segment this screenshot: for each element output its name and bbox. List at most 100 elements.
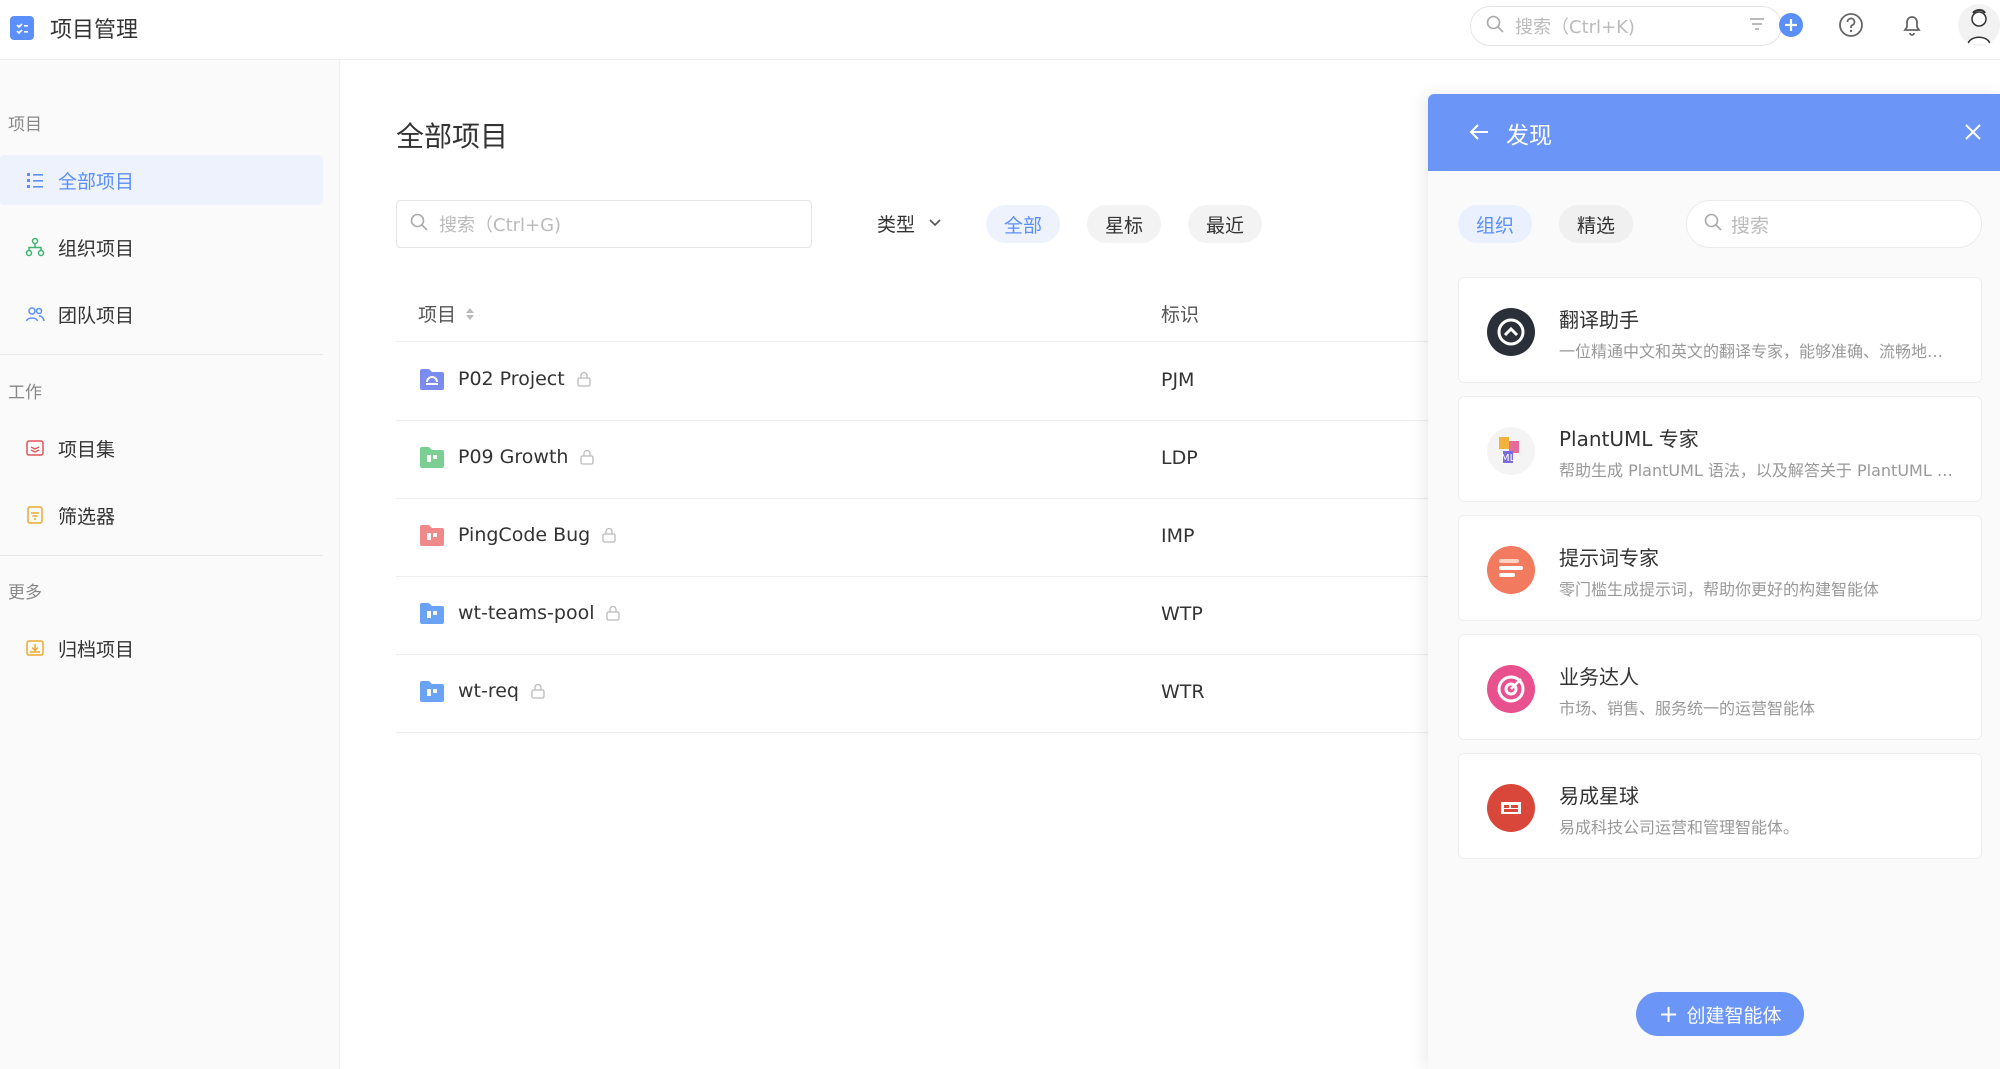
project-cell: wt-req: [418, 677, 545, 705]
sidebar-item-label: 归档项目: [58, 638, 135, 661]
project-name[interactable]: PingCode Bug: [458, 524, 590, 546]
add-icon[interactable]: [1776, 10, 1806, 40]
filter-icon[interactable]: [1747, 14, 1767, 38]
table-header: 项目 标识: [396, 282, 1441, 342]
lock-icon: [531, 683, 545, 699]
create-agent-button[interactable]: + 创建智能体: [1636, 992, 1804, 1036]
agent-card[interactable]: 提示词专家 零门槛生成提示词，帮助你更好的构建智能体: [1458, 515, 1982, 621]
sidebar-item-filters[interactable]: 筛选器: [0, 490, 323, 540]
project-cell: PingCode Bug: [418, 521, 616, 549]
global-search-input[interactable]: 搜索（Ctrl+K): [1470, 6, 1782, 46]
lock-icon: [606, 605, 621, 621]
top-bar: 项目管理 搜索（Ctrl+K): [0, 0, 2000, 60]
prompt-logo-icon: [1487, 546, 1535, 594]
brand[interactable]: 项目管理: [10, 12, 138, 44]
sidebar-item-label: 组织项目: [58, 237, 135, 260]
sidebar-section-more: 更多: [8, 583, 42, 603]
project-folder-icon: [418, 599, 446, 627]
app-title: 项目管理: [50, 18, 139, 43]
type-filter-dropdown[interactable]: 类型: [877, 210, 943, 237]
project-name[interactable]: P02 Project: [458, 368, 565, 390]
app-root: 项目管理 搜索（Ctrl+K) 项目 全部项目 组织项目 团队项目 工作 项目集…: [0, 0, 2000, 1069]
project-identifier: WTR: [1161, 681, 1205, 703]
main-content: 全部项目 搜索（Ctrl+G) 类型 全部 星标 最近 项目 标识 P02 Pr…: [341, 60, 1441, 1069]
org-tree-icon: [24, 236, 46, 258]
sidebar-section-work: 工作: [8, 383, 42, 403]
sidebar-divider: [0, 555, 323, 556]
agent-name: 翻译助手: [1559, 308, 1639, 332]
sidebar-item-org-projects[interactable]: 组织项目: [0, 222, 323, 272]
agent-description: 市场、销售、服务统一的运营智能体: [1559, 699, 1816, 718]
column-header-label: 标识: [1161, 304, 1200, 326]
agent-card[interactable]: ML PlantUML 专家 帮助生成 PlantUML 语法，以及解答关于 P…: [1458, 396, 1982, 502]
avatar[interactable]: [1958, 4, 2000, 46]
agent-name: PlantUML 专家: [1559, 427, 1699, 451]
help-icon[interactable]: [1836, 10, 1866, 40]
lock-icon: [602, 527, 616, 543]
agent-card[interactable]: 业务达人 市场、销售、服务统一的运营智能体: [1458, 634, 1982, 740]
agent-name: 业务达人: [1559, 665, 1639, 689]
tab-organization[interactable]: 组织: [1458, 205, 1533, 243]
close-icon[interactable]: [1963, 122, 1983, 146]
sidebar-item-label: 全部项目: [58, 170, 135, 193]
project-cell: P02 Project: [418, 365, 591, 393]
sidebar-divider: [0, 354, 323, 355]
translate-logo-icon: [1487, 308, 1535, 356]
filter-pill-starred[interactable]: 星标: [1087, 205, 1162, 243]
agent-description: 零门槛生成提示词，帮助你更好的构建智能体: [1559, 580, 1880, 599]
page-title: 全部项目: [396, 120, 509, 153]
sort-icon[interactable]: [466, 307, 475, 320]
chevron-down-icon: [927, 213, 943, 235]
sidebar-item-project-set[interactable]: 项目集: [0, 423, 323, 473]
search-icon: [1485, 14, 1505, 38]
tab-featured[interactable]: 精选: [1559, 205, 1634, 243]
sidebar-item-archived[interactable]: 归档项目: [0, 623, 323, 673]
agent-description: 帮助生成 PlantUML 语法，以及解答关于 PlantUML …: [1559, 461, 1953, 480]
table-row[interactable]: PingCode Bug IMP: [396, 499, 1441, 577]
planet-logo-icon: [1487, 784, 1535, 832]
table-row[interactable]: wt-req WTR: [396, 655, 1441, 733]
sidebar-item-all-projects[interactable]: 全部项目: [0, 155, 323, 205]
agent-search-placeholder: 搜索: [1731, 214, 1770, 237]
bell-icon[interactable]: [1897, 10, 1927, 40]
sidebar-item-label: 团队项目: [58, 304, 135, 327]
filter-pill-recent[interactable]: 最近: [1188, 205, 1263, 243]
agent-card[interactable]: 易成星球 易成科技公司运营和管理智能体。: [1458, 753, 1982, 859]
sidebar-section-projects: 项目: [8, 115, 42, 135]
uml-logo-icon: ML: [1487, 427, 1535, 475]
column-header-identifier[interactable]: 标识: [1161, 300, 1199, 327]
project-identifier: IMP: [1161, 525, 1195, 547]
project-identifier: LDP: [1161, 447, 1198, 469]
plus-icon: +: [1658, 1000, 1679, 1028]
project-folder-icon: [418, 677, 446, 705]
agent-name: 提示词专家: [1559, 546, 1659, 570]
project-name[interactable]: wt-teams-pool: [458, 602, 594, 624]
list-icon: [24, 169, 46, 191]
agent-search-input[interactable]: 搜索: [1686, 200, 1982, 248]
filter-pill-all[interactable]: 全部: [986, 205, 1061, 243]
lock-icon: [580, 449, 595, 465]
target-logo-icon: [1487, 665, 1535, 713]
search-icon: [1703, 212, 1723, 236]
table-row[interactable]: P02 Project PJM: [396, 343, 1441, 421]
discover-panel: 发现 组织 精选 搜索 翻译助手 一位精通中文和英文的翻译专家，能够准确、流畅地…: [1428, 94, 2000, 1069]
sidebar-item-team-projects[interactable]: 团队项目: [0, 289, 323, 339]
project-identifier: WTP: [1161, 603, 1203, 625]
discover-panel-header: 发现: [1428, 94, 2000, 171]
table-row[interactable]: P09 Growth LDP: [396, 421, 1441, 499]
app-logo-icon: [10, 16, 34, 40]
project-name[interactable]: P09 Growth: [458, 446, 568, 468]
table-row[interactable]: wt-teams-pool WTP: [396, 577, 1441, 655]
back-arrow-icon[interactable]: [1468, 122, 1490, 146]
sidebar: 项目 全部项目 组织项目 团队项目 工作 项目集 筛选器 更多 归档项目: [0, 60, 340, 1069]
global-search-placeholder: 搜索（Ctrl+K): [1515, 17, 1635, 38]
project-cell: P09 Growth: [418, 443, 595, 471]
project-name[interactable]: wt-req: [458, 680, 519, 702]
sidebar-item-label: 项目集: [58, 438, 116, 461]
agent-card[interactable]: 翻译助手 一位精通中文和英文的翻译专家，能够准确、流畅地…: [1458, 277, 1982, 383]
project-search-input[interactable]: 搜索（Ctrl+G): [396, 200, 812, 248]
create-agent-label: 创建智能体: [1686, 1004, 1782, 1027]
type-filter-label: 类型: [877, 214, 916, 236]
column-header-project[interactable]: 项目: [418, 300, 475, 327]
discover-panel-title: 发现: [1506, 123, 1552, 149]
